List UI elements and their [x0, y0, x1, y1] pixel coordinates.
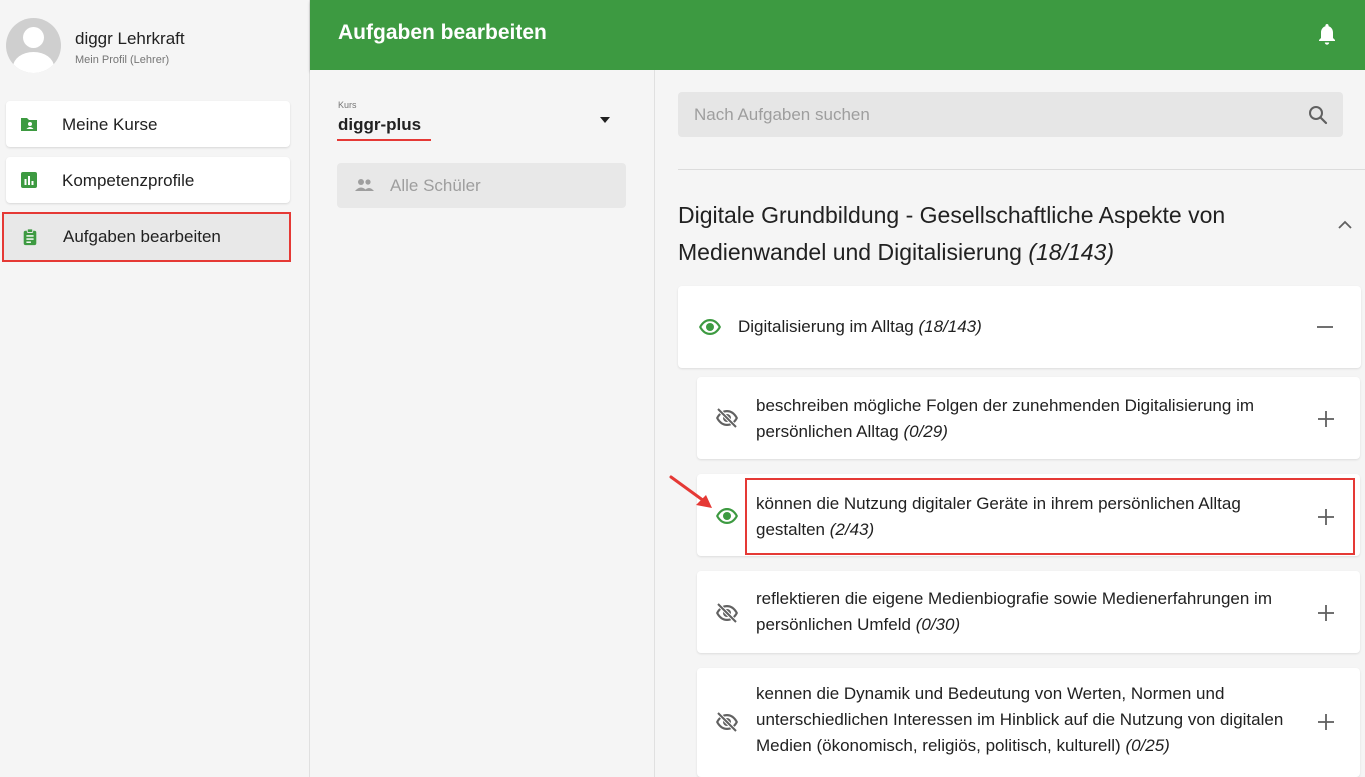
subsection-card[interactable]: Digitalisierung im Alltag (18/143)	[678, 286, 1361, 368]
competency-card[interactable]: reflektieren die eigene Medienbiografie …	[697, 571, 1360, 653]
caret-down-icon[interactable]	[600, 117, 610, 123]
course-select[interactable]: diggr-plus	[338, 115, 421, 135]
section-count: (18/143)	[1028, 239, 1114, 265]
folder-account-icon	[21, 118, 37, 131]
search-field[interactable]: Nach Aufgaben suchen	[678, 92, 1343, 137]
sidebar: diggr Lehrkraft Mein Profil (Lehrer) Mei…	[0, 0, 310, 777]
search-icon[interactable]	[1307, 104, 1329, 126]
sidebar-item-label: Meine Kurse	[62, 115, 158, 134]
highlight-annotation	[745, 478, 1355, 555]
competency-card[interactable]: kennen die Dynamik und Bedeutung von Wer…	[697, 668, 1360, 777]
eye-icon[interactable]	[698, 315, 722, 339]
sidebar-item-label: Kompetenzprofile	[62, 171, 195, 190]
plus-icon[interactable]	[1317, 604, 1335, 622]
arrow-annotation-icon	[669, 475, 712, 508]
profile-role-link[interactable]: Mein Profil (Lehrer)	[75, 54, 169, 66]
app-header: Aufgaben bearbeiten	[310, 0, 1365, 70]
sidebar-item-label: Aufgaben bearbeiten	[63, 227, 221, 246]
sidebar-item-aufgaben-bearbeiten[interactable]: Aufgaben bearbeiten	[2, 212, 291, 262]
minus-icon[interactable]	[1316, 318, 1334, 336]
plus-icon[interactable]	[1317, 410, 1335, 428]
eye-off-icon[interactable]	[715, 601, 739, 625]
eye-icon[interactable]	[715, 504, 739, 528]
course-panel: Kurs diggr-plus Alle Schüler	[310, 70, 655, 777]
sidebar-item-kompetenzprofile[interactable]: Kompetenzprofile	[6, 157, 290, 203]
competency-text: beschreiben mögliche Folgen der zunehmen…	[756, 396, 1255, 441]
eye-off-icon[interactable]	[715, 406, 739, 430]
all-students-label: Alle Schüler	[390, 176, 481, 195]
subsection-title: Digitalisierung im Alltag (18/143)	[738, 317, 982, 336]
profile-card[interactable]: diggr Lehrkraft Mein Profil (Lehrer)	[0, 0, 310, 90]
course-select-label: Kurs	[338, 100, 357, 110]
page-title: Aufgaben bearbeiten	[338, 21, 547, 44]
bell-icon[interactable]	[1317, 22, 1337, 46]
account-group-icon	[355, 179, 374, 191]
plus-icon[interactable]	[1317, 713, 1335, 731]
chart-box-icon	[21, 172, 37, 188]
profile-name: diggr Lehrkraft	[75, 29, 185, 48]
competency-card[interactable]: beschreiben mögliche Folgen der zunehmen…	[697, 377, 1360, 459]
competency-text: kennen die Dynamik und Bedeutung von Wer…	[756, 684, 1284, 755]
competency-text: reflektieren die eigene Medienbiografie …	[756, 589, 1272, 634]
chevron-up-icon[interactable]	[1337, 220, 1353, 230]
search-input[interactable]: Nach Aufgaben suchen	[694, 105, 870, 125]
course-select-underline	[337, 139, 431, 141]
section-title[interactable]: Digitale Grundbildung - Gesellschaftlich…	[678, 197, 1298, 271]
eye-off-icon[interactable]	[715, 710, 739, 734]
all-students-button[interactable]: Alle Schüler	[337, 163, 626, 208]
divider	[678, 169, 1365, 170]
clipboard-text-icon	[23, 228, 37, 246]
sidebar-item-meine-kurse[interactable]: Meine Kurse	[6, 101, 290, 147]
avatar	[6, 18, 61, 73]
